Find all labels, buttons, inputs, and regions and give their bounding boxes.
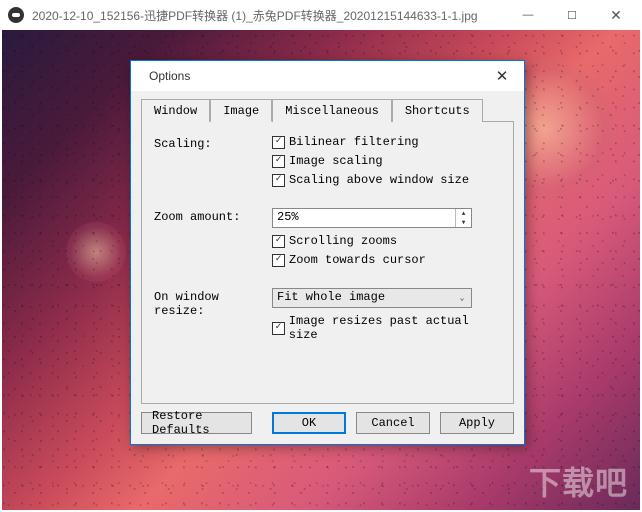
scaling-row: Scaling: Bilinear filtering Image scalin… bbox=[154, 135, 501, 192]
checkbox-zoom-towards-cursor[interactable]: Zoom towards cursor bbox=[272, 253, 501, 267]
tab-bar: Window Image Miscellaneous Shortcuts bbox=[141, 98, 514, 122]
zoom-label: Zoom amount: bbox=[154, 208, 272, 224]
app-icon bbox=[8, 7, 24, 23]
checkbox-bilinear-filtering[interactable]: Bilinear filtering bbox=[272, 135, 501, 149]
zoom-amount-spinner[interactable]: 25% ▲ ▼ bbox=[272, 208, 472, 228]
main-window-title: 2020-12-10_152156-迅捷PDF转换器 (1)_赤兔PDF转换器_… bbox=[32, 7, 506, 24]
dialog-body: Window Image Miscellaneous Shortcuts Sca… bbox=[131, 91, 524, 404]
checkbox-label: Scrolling zooms bbox=[289, 234, 397, 248]
chevron-down-icon: ⌄ bbox=[453, 289, 471, 307]
dialog-titlebar: Options ✕ bbox=[131, 61, 524, 91]
resize-label: On window resize: bbox=[154, 288, 272, 318]
tab-image[interactable]: Image bbox=[210, 99, 272, 122]
dialog-close-button[interactable]: ✕ bbox=[486, 62, 518, 90]
check-icon bbox=[272, 155, 285, 168]
spinner-arrows: ▲ ▼ bbox=[455, 209, 471, 227]
check-icon bbox=[272, 136, 285, 149]
zoom-amount-value[interactable]: 25% bbox=[273, 209, 455, 227]
spinner-up-icon[interactable]: ▲ bbox=[456, 209, 471, 218]
checkbox-label: Scaling above window size bbox=[289, 173, 469, 187]
watermark-text: 下载吧 bbox=[529, 458, 628, 504]
check-icon bbox=[272, 254, 285, 267]
resize-mode-value: Fit whole image bbox=[273, 289, 453, 307]
restore-defaults-button[interactable]: Restore Defaults bbox=[141, 412, 252, 434]
tab-window[interactable]: Window bbox=[141, 99, 210, 122]
check-icon bbox=[272, 322, 285, 335]
resize-mode-select[interactable]: Fit whole image ⌄ bbox=[272, 288, 472, 308]
options-dialog: Options ✕ Window Image Miscellaneous Sho… bbox=[130, 60, 525, 445]
dialog-title: Options bbox=[149, 69, 486, 83]
scaling-label: Scaling: bbox=[154, 135, 272, 151]
checkbox-label: Zoom towards cursor bbox=[289, 253, 426, 267]
checkbox-image-scaling[interactable]: Image scaling bbox=[272, 154, 501, 168]
checkbox-resizes-past-actual[interactable]: Image resizes past actual size bbox=[272, 314, 501, 342]
check-icon bbox=[272, 174, 285, 187]
checkbox-scaling-above-window[interactable]: Scaling above window size bbox=[272, 173, 501, 187]
dialog-footer: Restore Defaults OK Cancel Apply bbox=[131, 404, 524, 444]
checkbox-label: Image scaling bbox=[289, 154, 383, 168]
zoom-row: Zoom amount: 25% ▲ ▼ Scrolling zooms bbox=[154, 208, 501, 272]
check-icon bbox=[272, 235, 285, 248]
tab-shortcuts[interactable]: Shortcuts bbox=[392, 99, 483, 122]
spinner-down-icon[interactable]: ▼ bbox=[456, 218, 471, 227]
close-button[interactable]: ✕ bbox=[594, 0, 638, 30]
checkbox-label: Bilinear filtering bbox=[289, 135, 419, 149]
main-titlebar: 2020-12-10_152156-迅捷PDF转换器 (1)_赤兔PDF转换器_… bbox=[0, 0, 642, 30]
ok-button[interactable]: OK bbox=[272, 412, 346, 434]
minimize-button[interactable]: — bbox=[506, 0, 550, 30]
apply-button[interactable]: Apply bbox=[440, 412, 514, 434]
tab-panel-image: Scaling: Bilinear filtering Image scalin… bbox=[141, 121, 514, 404]
cancel-button[interactable]: Cancel bbox=[356, 412, 430, 434]
tab-miscellaneous[interactable]: Miscellaneous bbox=[272, 99, 392, 122]
resize-row: On window resize: Fit whole image ⌄ Imag… bbox=[154, 288, 501, 347]
window-controls: — ☐ ✕ bbox=[506, 0, 638, 30]
checkbox-scrolling-zooms[interactable]: Scrolling zooms bbox=[272, 234, 501, 248]
checkbox-label: Image resizes past actual size bbox=[289, 314, 501, 342]
maximize-button[interactable]: ☐ bbox=[550, 0, 594, 30]
